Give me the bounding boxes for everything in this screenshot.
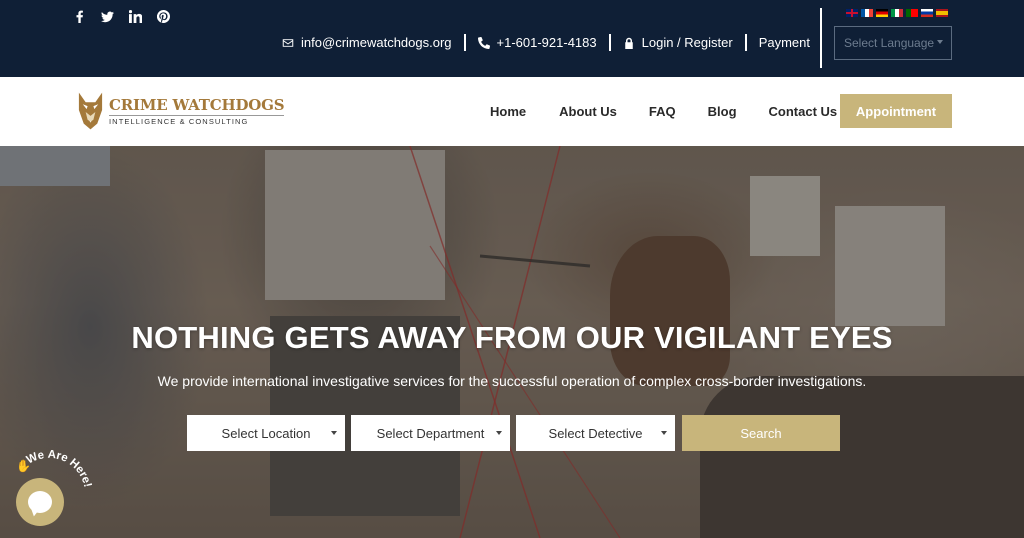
appointment-button[interactable]: Appointment (840, 94, 952, 128)
email-text: info@crimewatchdogs.org (301, 35, 452, 50)
email-link[interactable]: info@crimewatchdogs.org (282, 35, 452, 50)
spain-flag-icon[interactable] (936, 9, 948, 17)
nav-faq[interactable]: FAQ (649, 104, 676, 119)
nav-blog[interactable]: Blog (708, 104, 737, 119)
nav-links: Home About Us FAQ Blog Contact Us (490, 104, 837, 119)
divider (463, 34, 466, 51)
department-select[interactable]: Select Department (351, 415, 510, 451)
divider (608, 34, 611, 51)
search-form: Select Location Select Department Select… (187, 415, 840, 451)
chevron-down-icon (661, 431, 667, 435)
divider (744, 34, 747, 51)
payment-text: Payment (758, 35, 810, 50)
lock-icon (624, 37, 633, 49)
chevron-down-icon (331, 431, 337, 435)
chat-bubble-icon (28, 491, 52, 513)
vertical-divider (820, 8, 822, 68)
contact-bar: info@crimewatchdogs.org +1-601-921-4183 … (282, 34, 810, 51)
pinterest-icon[interactable] (156, 9, 170, 23)
chevron-down-icon (496, 431, 502, 435)
department-select-text: Select Department (376, 425, 485, 441)
social-links (72, 9, 170, 23)
linkedin-icon[interactable] (128, 9, 142, 23)
language-flags (846, 9, 948, 17)
portugal-flag-icon[interactable] (906, 9, 918, 17)
facebook-icon[interactable] (72, 9, 86, 23)
chevron-down-icon (937, 40, 943, 44)
chat-button[interactable] (16, 478, 64, 526)
detective-select[interactable]: Select Detective (516, 415, 675, 451)
logo-text: CRIME WATCHDOGS INTELLIGENCE & CONSULTIN… (109, 95, 285, 126)
logo-title: CRIME WATCHDOGS (109, 95, 285, 114)
wolf-logo-icon (78, 92, 103, 130)
top-bar: info@crimewatchdogs.org +1-601-921-4183 … (0, 0, 1024, 77)
payment-link[interactable]: Payment (759, 35, 810, 50)
russia-flag-icon[interactable] (921, 9, 933, 17)
hero-subtitle: We provide international investigative s… (157, 373, 867, 389)
language-select[interactable]: Select Language (834, 26, 952, 60)
phone-link[interactable]: +1-601-921-4183 (477, 35, 597, 50)
envelope-icon (282, 38, 294, 47)
search-button[interactable]: Search (682, 415, 840, 451)
login-link[interactable]: Login / Register (623, 35, 733, 50)
login-text: Login / Register (641, 35, 733, 50)
site-logo[interactable]: CRIME WATCHDOGS INTELLIGENCE & CONSULTIN… (76, 90, 285, 132)
location-select[interactable]: Select Location (187, 415, 345, 451)
logo-subtitle: INTELLIGENCE & CONSULTING (109, 114, 285, 126)
main-nav: CRIME WATCHDOGS INTELLIGENCE & CONSULTIN… (0, 77, 1024, 146)
location-select-text: Select Location (221, 425, 311, 441)
germany-flag-icon[interactable] (876, 9, 888, 17)
language-select-text: Select Language (844, 36, 935, 50)
france-flag-icon[interactable] (861, 9, 873, 17)
nav-about-us[interactable]: About Us (559, 104, 617, 119)
italy-flag-icon[interactable] (891, 9, 903, 17)
hero-section: NOTHING GETS AWAY FROM OUR VIGILANT EYES… (0, 146, 1024, 538)
nav-home[interactable]: Home (490, 104, 526, 119)
twitter-icon[interactable] (100, 9, 114, 23)
detective-select-text: Select Detective (548, 425, 643, 441)
nav-contact-us[interactable]: Contact Us (769, 104, 838, 119)
hero-title: NOTHING GETS AWAY FROM OUR VIGILANT EYES (131, 320, 893, 355)
uk-flag-icon[interactable] (846, 9, 858, 17)
phone-icon (477, 36, 490, 49)
phone-text: +1-601-921-4183 (496, 35, 597, 50)
